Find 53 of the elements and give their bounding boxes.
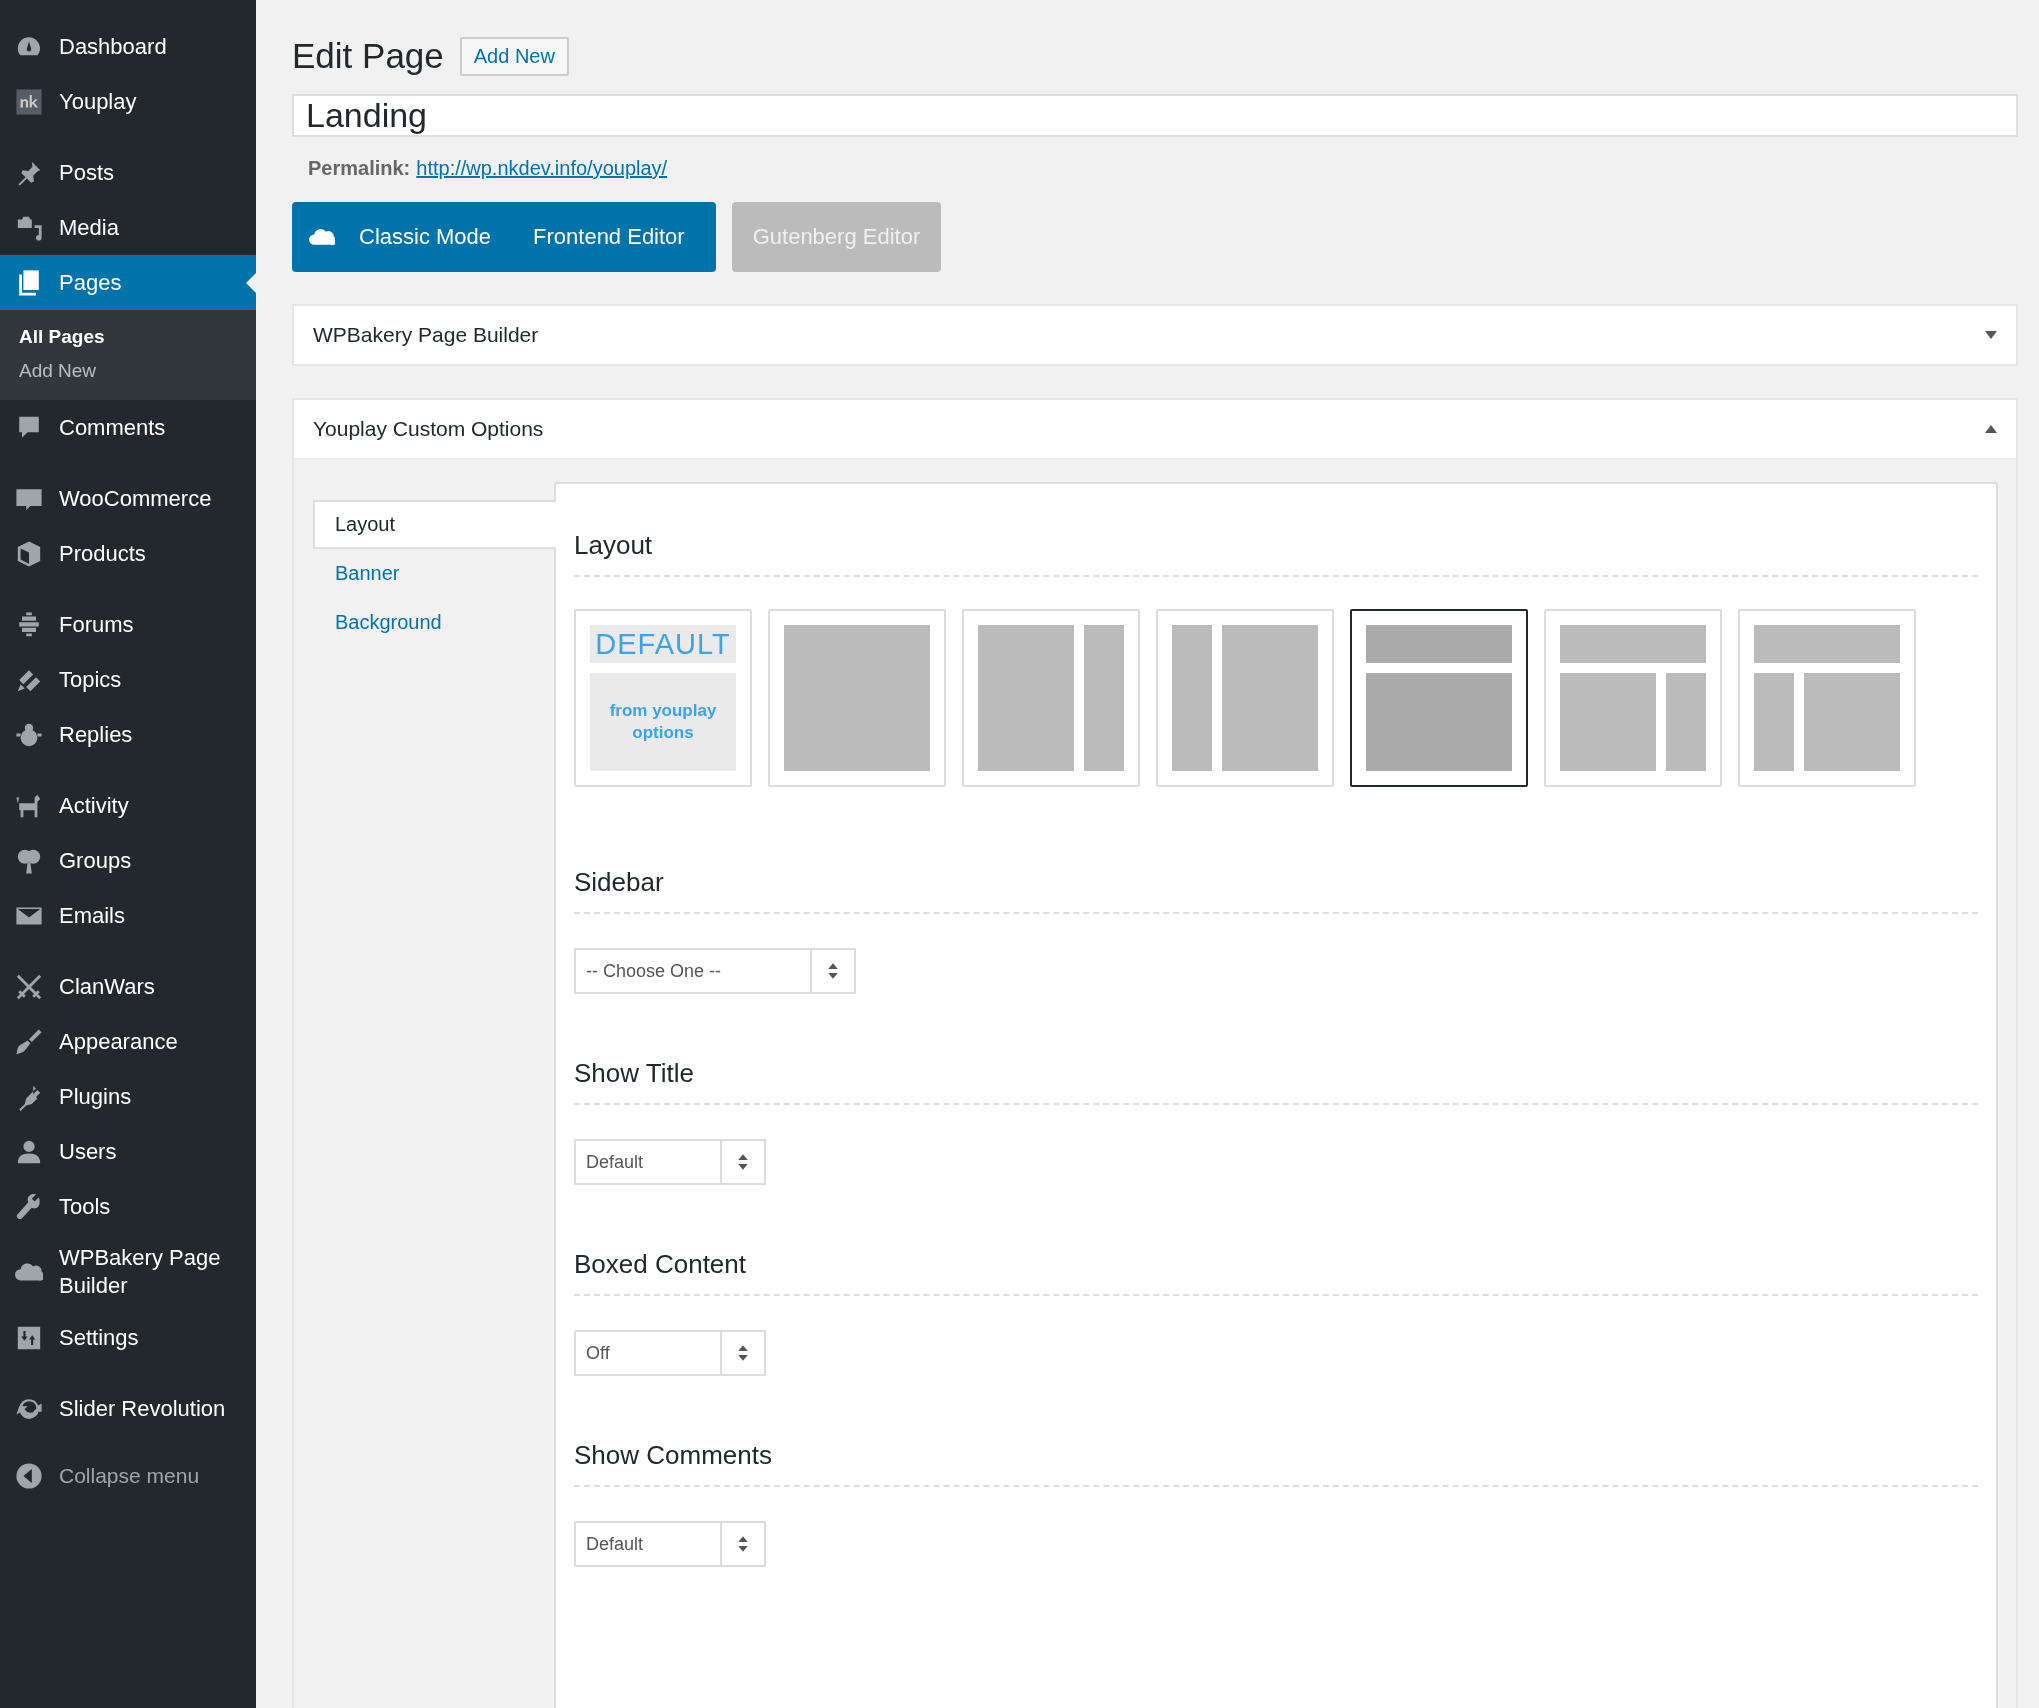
sidebar-item[interactable]: Pages xyxy=(0,255,256,310)
section-heading: Show Comments xyxy=(574,1440,1978,1487)
sidebar-item[interactable]: Products xyxy=(0,526,256,581)
meta-box-title: Youplay Custom Options xyxy=(313,417,544,441)
page-title: Edit Page xyxy=(292,36,444,76)
sidebar-item[interactable]: WPBakery Page Builder xyxy=(0,1234,256,1310)
classic-mode-button[interactable]: Classic Mode xyxy=(338,202,513,272)
section-heading: Layout xyxy=(574,530,1978,577)
select-field[interactable]: Default xyxy=(574,1139,766,1185)
sidebar-item[interactable]: Comments xyxy=(0,400,256,455)
collapse-icon xyxy=(13,1460,45,1492)
sidebar-item[interactable]: Youplay xyxy=(0,74,256,129)
sidebar-item[interactable]: Dashboard xyxy=(0,19,256,74)
default-layout-subtitle: from youplay options xyxy=(590,673,736,771)
sidebar-item[interactable]: WooCommerce xyxy=(0,471,256,526)
options-tab[interactable]: Layout xyxy=(313,500,556,549)
section-heading: Show Title xyxy=(574,1058,1978,1105)
sidebar-item[interactable]: Activity xyxy=(0,778,256,833)
section-heading: Sidebar xyxy=(574,867,1978,914)
title-field[interactable]: Landing xyxy=(292,94,2018,137)
sidebar-item[interactable]: Posts xyxy=(0,145,256,200)
sidebar-item[interactable]: Settings xyxy=(0,1310,256,1365)
options-tab[interactable]: Banner xyxy=(313,549,554,598)
caret-icon[interactable] xyxy=(1984,330,1998,340)
submenu-item[interactable]: All Pages xyxy=(0,320,256,354)
frontend-editor-button[interactable]: Frontend Editor xyxy=(512,202,706,272)
sidebar-item[interactable]: Forums xyxy=(0,597,256,652)
permalink-label: Permalink: xyxy=(308,157,411,180)
caret-icon[interactable] xyxy=(1984,424,1998,434)
section-heading: Boxed Content xyxy=(574,1249,1978,1296)
options-tab[interactable]: Background xyxy=(313,598,554,647)
layout-option[interactable] xyxy=(1350,609,1528,787)
select-field[interactable]: Off xyxy=(574,1330,766,1376)
sidebar-item[interactable]: Emails xyxy=(0,888,256,943)
current-page-pointer xyxy=(246,272,256,293)
sidebar-item[interactable]: Tools xyxy=(0,1179,256,1234)
select-field[interactable]: Default xyxy=(574,1521,766,1567)
submenu-item[interactable]: Add New xyxy=(0,354,256,388)
sidebar-item[interactable]: ClanWars xyxy=(0,959,256,1014)
default-layout-title: DEFAULT xyxy=(590,625,736,663)
sidebar-item[interactable]: Replies xyxy=(0,707,256,762)
sidebar-item[interactable]: Plugins xyxy=(0,1069,256,1124)
sidebar-item[interactable]: Appearance xyxy=(0,1014,256,1069)
sidebar-item[interactable]: Media xyxy=(0,200,256,255)
permalink-link[interactable]: http://wp.nkdev.info/youplay/ xyxy=(416,157,668,180)
add-new-button[interactable]: Add New xyxy=(459,36,569,76)
collapse-menu-button[interactable]: Collapse menu xyxy=(0,1452,256,1500)
sidebar-item[interactable]: Groups xyxy=(0,833,256,888)
sidebar-item[interactable]: Users xyxy=(0,1124,256,1179)
meta-box-title: WPBakery Page Builder xyxy=(313,323,539,347)
sidebar-item[interactable]: Slider Revolution xyxy=(0,1381,256,1436)
select-field[interactable]: -- Choose One -- xyxy=(574,948,856,994)
sidebar-item[interactable]: Topics xyxy=(0,652,256,707)
